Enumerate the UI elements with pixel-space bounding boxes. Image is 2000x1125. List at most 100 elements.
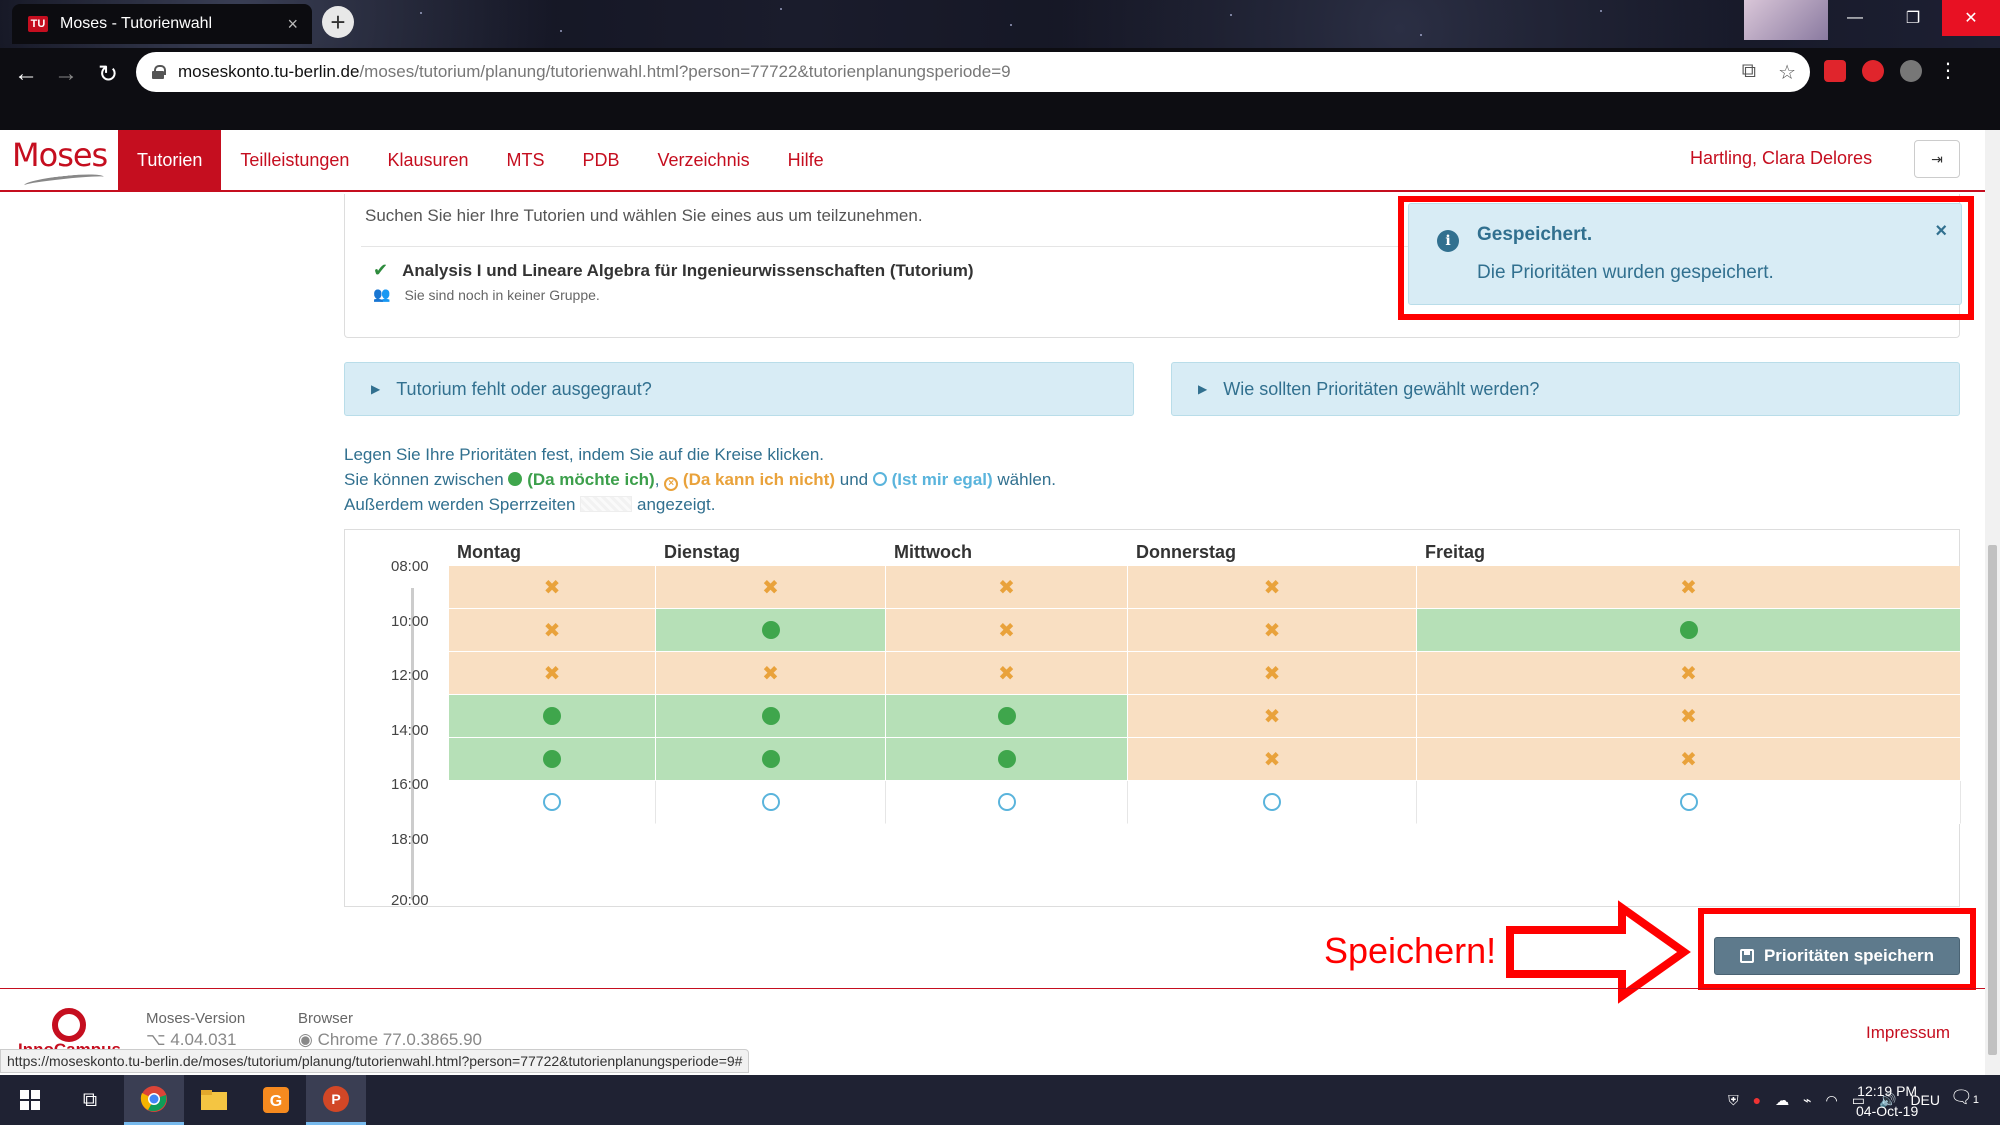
priority-slot[interactable]: [449, 781, 656, 824]
priority-slot[interactable]: ✖: [1417, 695, 1961, 738]
tray-app-icon[interactable]: ●: [1753, 1092, 1761, 1108]
priority-slot[interactable]: [886, 781, 1128, 824]
main-navigation: Tutorien Teilleistungen Klausuren MTS PDB Ver…: [118, 130, 843, 190]
app-g-icon[interactable]: G: [246, 1075, 306, 1125]
tutorial-missing-collapsible[interactable]: ▶ Tutorium fehlt oder ausgegraut?: [344, 362, 1134, 416]
bookmark-star-icon[interactable]: ☆: [1778, 60, 1796, 85]
priority-slot[interactable]: [656, 738, 886, 781]
translate-icon[interactable]: ⧉: [1742, 60, 1756, 85]
cloud-icon[interactable]: ☁: [1775, 1092, 1789, 1109]
nav-item-hilfe[interactable]: Hilfe: [769, 130, 843, 190]
priority-slot[interactable]: [656, 695, 886, 738]
chrome-taskbar-icon[interactable]: [124, 1075, 184, 1125]
windows-taskbar: ⧉ G P ⛨ ● ☁ ⌁ ◠ ▭ 🔊 DEU 12:19 PM 04-Oct-…: [0, 1075, 2000, 1125]
priority-slot[interactable]: ✖: [1128, 695, 1417, 738]
maximize-icon[interactable]: ❐: [1884, 0, 1942, 36]
cannot-x-icon: ✖: [1263, 662, 1281, 685]
close-window-icon[interactable]: ✕: [1942, 0, 2000, 36]
priority-slot[interactable]: [656, 781, 886, 824]
moses-logo[interactable]: Moses: [12, 136, 112, 191]
menu-dots-icon[interactable]: ⋮: [1938, 58, 1958, 83]
priority-slot[interactable]: [449, 738, 656, 781]
priority-slot[interactable]: ✖: [886, 609, 1128, 652]
impressum-link[interactable]: Impressum: [1866, 1023, 1950, 1043]
powerpoint-icon[interactable]: P: [306, 1075, 366, 1125]
cannot-x-icon: ✖: [1680, 705, 1697, 728]
reload-icon[interactable]: ↻: [92, 58, 124, 90]
priority-slot[interactable]: ✖: [886, 566, 1128, 609]
minimize-icon[interactable]: —: [1826, 0, 1884, 36]
extension-icon-red[interactable]: [1824, 59, 1846, 82]
time-label: 20:00: [391, 892, 429, 909]
priority-slot[interactable]: ✖: [1128, 609, 1417, 652]
priority-slot[interactable]: ✖: [1128, 652, 1417, 695]
priority-slot[interactable]: [1417, 781, 1961, 824]
priority-slot[interactable]: [1417, 609, 1961, 652]
page-scrollbar[interactable]: [1985, 130, 2000, 1075]
priority-slot[interactable]: [656, 609, 886, 652]
priority-slot[interactable]: [886, 695, 1128, 738]
usb-icon[interactable]: ⌁: [1803, 1092, 1811, 1109]
task-view-icon[interactable]: ⧉: [60, 1075, 120, 1125]
forward-arrow-icon[interactable]: →: [50, 58, 82, 90]
nav-item-tutorien[interactable]: Tutorien: [118, 130, 222, 190]
day-header: Donnerstag: [1136, 542, 1237, 562]
nav-item-klausuren[interactable]: Klausuren: [368, 130, 487, 190]
priority-slot[interactable]: ✖: [1128, 738, 1417, 781]
priority-slot[interactable]: ✖: [449, 652, 656, 695]
nav-item-verzeichnis[interactable]: Verzeichnis: [639, 130, 769, 190]
annotation-highlight-save: [1698, 908, 1976, 990]
annotation-highlight-notification: [1398, 196, 1974, 320]
priority-help-collapsible[interactable]: ▶ Wie sollten Prioritäten gewählt werden…: [1171, 362, 1960, 416]
want-circle-icon: [997, 750, 1016, 768]
day-header: Freitag: [1425, 542, 1486, 562]
user-name-link[interactable]: Hartling, Clara Delores: [1690, 148, 1872, 169]
notifications-icon[interactable]: 🗨1: [1950, 1087, 1979, 1108]
priority-slot[interactable]: ✖: [449, 609, 656, 652]
wifi-icon[interactable]: ◠: [1826, 1092, 1838, 1109]
priority-slot[interactable]: ✖: [1417, 566, 1961, 609]
priority-slot[interactable]: ✖: [1417, 738, 1961, 781]
nav-item-mts[interactable]: MTS: [488, 130, 564, 190]
cannot-x-icon: ✖: [1680, 662, 1697, 685]
dontcare-circle-icon: [1679, 793, 1698, 811]
time-label: 18:00: [391, 830, 429, 848]
day-header: Mittwoch: [894, 542, 972, 562]
new-tab-button[interactable]: +: [322, 6, 354, 38]
cannot-dot-icon: ×: [664, 477, 679, 491]
browser-tab[interactable]: TU Moses - Tutorienwahl ×: [12, 4, 312, 44]
priority-slot[interactable]: ✖: [886, 652, 1128, 695]
windows-start-icon[interactable]: [0, 1075, 60, 1125]
cannot-x-icon: ✖: [762, 576, 779, 599]
priority-slot[interactable]: ✖: [656, 566, 886, 609]
priority-slot[interactable]: [449, 695, 656, 738]
priority-slot[interactable]: ✖: [449, 566, 656, 609]
time-label: 10:00: [391, 612, 429, 630]
tu-favicon-icon: TU: [28, 16, 48, 32]
dontcare-circle-icon: [1263, 793, 1281, 811]
priority-slot[interactable]: [886, 738, 1128, 781]
browser-toolbar: ← → ↻ moseskonto.tu-berlin.de/moses/tuto…: [0, 48, 2000, 163]
logout-button[interactable]: ⇥: [1914, 140, 1960, 178]
want-dot-icon: [508, 472, 523, 486]
course-title[interactable]: ✔ Analysis I und Lineare Algebra für Ing…: [373, 260, 974, 281]
nav-item-pdb[interactable]: PDB: [564, 130, 639, 190]
adblock-icon[interactable]: [1862, 59, 1884, 82]
dontcare-circle-icon: [761, 793, 780, 811]
taskbar-clock[interactable]: 12:19 PM 04-Oct-19: [1856, 1081, 1918, 1121]
caret-right-icon: ▶: [1198, 382, 1208, 396]
scrollbar-thumb[interactable]: [1988, 545, 1997, 1055]
back-arrow-icon[interactable]: ←: [10, 58, 42, 90]
priority-slot[interactable]: [1128, 781, 1417, 824]
nav-item-teilleistungen[interactable]: Teilleistungen: [221, 130, 368, 190]
want-circle-icon: [761, 750, 780, 768]
time-label: 16:00: [391, 776, 429, 793]
priority-slot[interactable]: ✖: [1128, 566, 1417, 609]
tab-close-icon[interactable]: ×: [287, 14, 298, 35]
shield-icon[interactable]: ⛨: [1728, 1092, 1739, 1109]
profile-avatar-icon[interactable]: [1900, 59, 1922, 82]
file-explorer-icon[interactable]: [184, 1075, 244, 1125]
priority-slot[interactable]: ✖: [1417, 652, 1961, 695]
address-bar[interactable]: moseskonto.tu-berlin.de/moses/tutorium/p…: [136, 52, 1810, 92]
priority-slot[interactable]: ✖: [656, 652, 886, 695]
